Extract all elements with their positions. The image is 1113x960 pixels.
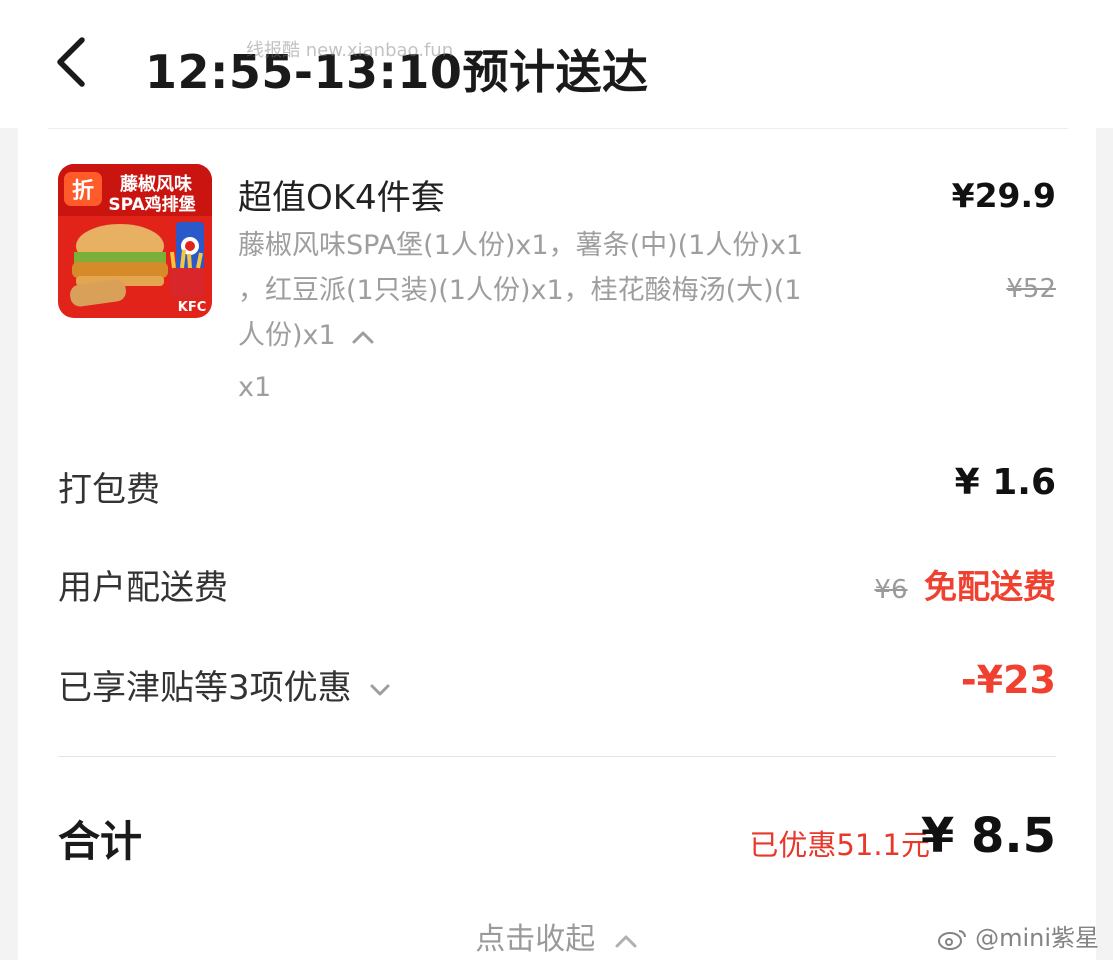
weibo-icon bbox=[938, 930, 967, 950]
divider bbox=[58, 756, 1056, 757]
collapse-label: 点击收起 bbox=[475, 922, 596, 957]
packing-fee-label: 打包费 bbox=[58, 470, 160, 510]
thumb-caption-2: SPA鸡排堡 bbox=[108, 194, 195, 215]
header-bar: 12:55-13:10预计送达 线报酷 new.xianbao.fun bbox=[0, 0, 1113, 128]
product-description[interactable]: 藤椒风味SPA堡(1人份)x1，薯条(中)(1人份)x1 ，红豆派(1只装)(1… bbox=[238, 223, 938, 358]
chevron-left-icon bbox=[57, 37, 85, 87]
total-label: 合计 bbox=[58, 817, 143, 866]
discount-summary-label: 已享津贴等3项优惠 bbox=[58, 668, 352, 708]
discount-summary-toggle[interactable]: 已享津贴等3项优惠 bbox=[58, 660, 392, 709]
credit-text: @mini紫星 bbox=[975, 924, 1099, 952]
delivery-fee-label: 用户配送费 bbox=[58, 568, 228, 608]
brand-logo-text: KFC bbox=[178, 300, 207, 315]
chevron-down-icon bbox=[370, 684, 390, 695]
thumb-caption-1: 藤椒风味 bbox=[120, 173, 192, 195]
product-thumbnail[interactable]: 折 藤椒风味 SPA鸡排堡 KFC bbox=[58, 164, 212, 318]
packing-fee-value: ¥ 1.6 bbox=[954, 462, 1056, 503]
product-price: ¥29.9 bbox=[951, 176, 1056, 215]
total-amount: ¥ 8.5 bbox=[920, 808, 1056, 864]
product-quantity: x1 bbox=[238, 372, 272, 403]
total-saved-amount: 已优惠51.1元 bbox=[749, 828, 930, 862]
order-details-card: 折 藤椒风味 SPA鸡排堡 KFC 超值OK4件套 ¥29.9 ¥52 藤椒风味… bbox=[18, 128, 1096, 960]
weibo-credit: @mini紫星 bbox=[937, 918, 1099, 953]
product-original-price: ¥52 bbox=[1006, 274, 1056, 304]
watermark-text: 线报酷 new.xianbao.fun bbox=[246, 40, 454, 61]
product-name: 超值OK4件套 bbox=[238, 178, 445, 218]
collapse-details-button[interactable]: 点击收起 bbox=[18, 914, 1096, 958]
description-line: 人份)x1 bbox=[238, 313, 938, 358]
back-button[interactable] bbox=[48, 30, 98, 94]
description-line: ，红豆派(1只装)(1人份)x1，桂花酸梅汤(大)(1 bbox=[238, 275, 802, 306]
description-line: 藤椒风味SPA堡(1人份)x1，薯条(中)(1人份)x1 bbox=[238, 230, 804, 261]
divider bbox=[48, 128, 1068, 129]
delivery-fee-original: ¥6 bbox=[874, 575, 908, 605]
discount-badge: 折 bbox=[72, 179, 94, 204]
chevron-up-icon[interactable] bbox=[350, 328, 376, 346]
description-line-text: 人份)x1 bbox=[238, 320, 336, 351]
free-delivery-label: 免配送费 bbox=[924, 567, 1056, 606]
product-image: 折 藤椒风味 SPA鸡排堡 KFC bbox=[58, 164, 212, 318]
chevron-up-icon bbox=[615, 935, 637, 947]
delivery-fee-value-row: ¥6 免配送费 bbox=[874, 560, 1056, 608]
discount-amount: -¥23 bbox=[960, 658, 1056, 702]
